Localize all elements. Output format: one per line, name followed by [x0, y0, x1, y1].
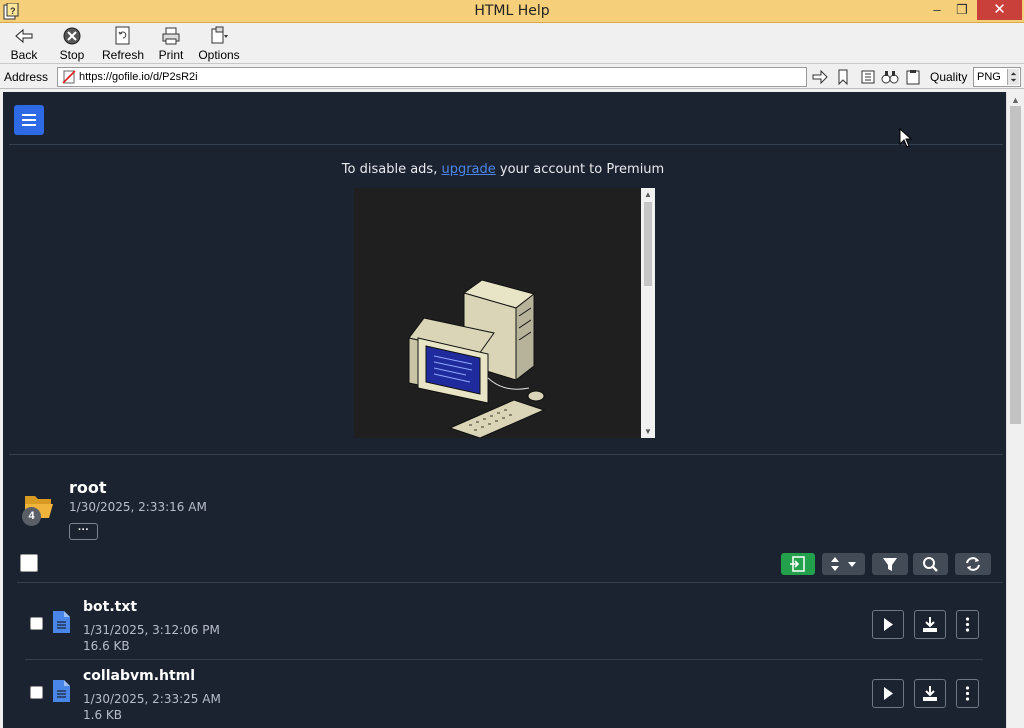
stop-label: Stop: [59, 48, 85, 62]
file-date: 1/31/2025, 3:12:06 PM: [83, 623, 220, 637]
download-icon: [923, 686, 937, 701]
sort-button[interactable]: [822, 553, 865, 575]
file-name[interactable]: collabvm.html: [83, 668, 195, 684]
window-titlebar: ? HTML Help – ❐ ✕: [0, 0, 1024, 23]
file-checkbox[interactable]: [30, 617, 43, 630]
file-size: 1.6 KB: [83, 708, 122, 722]
ad-frame[interactable]: ▲ ▼: [354, 188, 655, 439]
quality-label: Quality: [930, 70, 968, 84]
divider: [9, 144, 1003, 145]
stop-button[interactable]: Stop: [56, 26, 88, 62]
insecure-page-icon: [62, 70, 76, 84]
filter-button[interactable]: [872, 553, 908, 575]
printer-icon: [162, 27, 180, 45]
refresh-label: Refresh: [102, 48, 145, 62]
import-icon: [790, 556, 805, 572]
quality-value: PNG: [977, 71, 1001, 83]
file-icon: [53, 611, 70, 633]
print-button[interactable]: Print: [155, 26, 187, 62]
find-binoculars-icon[interactable]: [881, 69, 899, 85]
more-options-button[interactable]: [956, 679, 979, 708]
ad-notice-text-after: your account to Premium: [495, 162, 665, 177]
page-scrollbar[interactable]: ▲: [1006, 92, 1024, 728]
file-size: 16.6 KB: [83, 639, 130, 653]
retro-computer-illustration: [408, 279, 546, 439]
sort-icon: [831, 557, 856, 571]
bookmark-icon[interactable]: [834, 69, 852, 85]
options-label: Options: [198, 48, 240, 62]
more-options-button[interactable]: [956, 610, 979, 639]
filter-icon: [883, 558, 897, 571]
play-icon: [884, 618, 893, 631]
address-bar: Address https://gofile.io/d/P2sR2i Quali…: [0, 65, 1024, 89]
play-button[interactable]: [872, 679, 904, 708]
search-button[interactable]: [913, 553, 948, 575]
search-icon: [923, 557, 938, 572]
refresh-page-icon: [115, 26, 130, 45]
page-scroll-thumb[interactable]: [1010, 106, 1021, 424]
go-arrow-icon[interactable]: [811, 69, 829, 85]
ad-notice-text: To disable ads,: [341, 162, 442, 177]
folder-date: 1/30/2025, 2:33:16 AM: [69, 500, 207, 514]
print-label: Print: [158, 48, 184, 62]
play-icon: [884, 687, 893, 700]
address-label: Address: [4, 70, 49, 84]
spin-arrows-icon[interactable]: [1007, 69, 1019, 85]
back-arrow-icon: [15, 28, 33, 44]
hamburger-line: [22, 119, 36, 121]
reload-button[interactable]: [955, 553, 991, 575]
divider: [9, 454, 1003, 455]
divider: [25, 659, 983, 660]
ad-notice: To disable ads, upgrade your account to …: [3, 162, 1003, 177]
clipboard-icon[interactable]: [904, 69, 922, 85]
stop-icon: [63, 27, 81, 45]
hamburger-icon: [22, 114, 36, 116]
toolbar: Back Stop Refresh Print Options: [0, 23, 1024, 64]
scroll-up-icon[interactable]: ▲: [1011, 95, 1020, 105]
scroll-down-icon[interactable]: ▼: [644, 427, 652, 436]
file-date: 1/30/2025, 2:33:25 AM: [83, 692, 221, 706]
select-all-checkbox[interactable]: [20, 554, 38, 572]
upgrade-link[interactable]: upgrade: [441, 162, 495, 177]
window-title: HTML Help: [474, 3, 550, 19]
folder-more-button[interactable]: ···: [69, 523, 98, 540]
quality-select[interactable]: PNG: [973, 67, 1021, 87]
file-icon: [53, 680, 70, 702]
folder-name: root: [69, 478, 107, 497]
scroll-up-icon[interactable]: ▲: [644, 190, 652, 199]
file-name[interactable]: bot.txt: [83, 599, 137, 615]
minimize-button[interactable]: –: [925, 0, 949, 20]
folder-count-badge: 4: [22, 507, 41, 526]
divider: [17, 582, 1003, 583]
page-viewport: To disable ads, upgrade your account to …: [3, 92, 1006, 728]
file-checkbox[interactable]: [30, 686, 43, 699]
play-button[interactable]: [872, 610, 904, 639]
list-item[interactable]: collabvm.html 1/30/2025, 2:33:25 AM 1.6 …: [3, 661, 1003, 728]
maximize-button[interactable]: ❐: [950, 0, 974, 20]
hamburger-line: [22, 124, 36, 126]
menu-button[interactable]: [14, 105, 44, 135]
ad-scroll-thumb[interactable]: [644, 202, 652, 286]
address-input[interactable]: https://gofile.io/d/P2sR2i: [57, 67, 807, 87]
contents-icon[interactable]: [859, 69, 877, 85]
address-url: https://gofile.io/d/P2sR2i: [79, 71, 198, 83]
download-button[interactable]: [914, 679, 946, 708]
refresh-button[interactable]: Refresh: [102, 26, 145, 62]
back-label: Back: [10, 48, 38, 62]
back-button[interactable]: Back: [8, 26, 40, 62]
options-icon: [211, 26, 228, 44]
download-icon: [923, 617, 937, 632]
mouse-cursor-icon: [899, 128, 913, 148]
ad-scrollbar[interactable]: ▲ ▼: [641, 188, 655, 438]
import-button[interactable]: [781, 553, 815, 575]
refresh-icon: [966, 557, 980, 571]
download-button[interactable]: [914, 610, 946, 639]
kebab-icon: [965, 617, 970, 632]
kebab-icon: [965, 686, 970, 701]
options-button[interactable]: Options: [198, 26, 240, 62]
close-button[interactable]: ✕: [977, 0, 1022, 20]
list-item[interactable]: bot.txt 1/31/2025, 3:12:06 PM 16.6 KB: [3, 592, 1003, 660]
